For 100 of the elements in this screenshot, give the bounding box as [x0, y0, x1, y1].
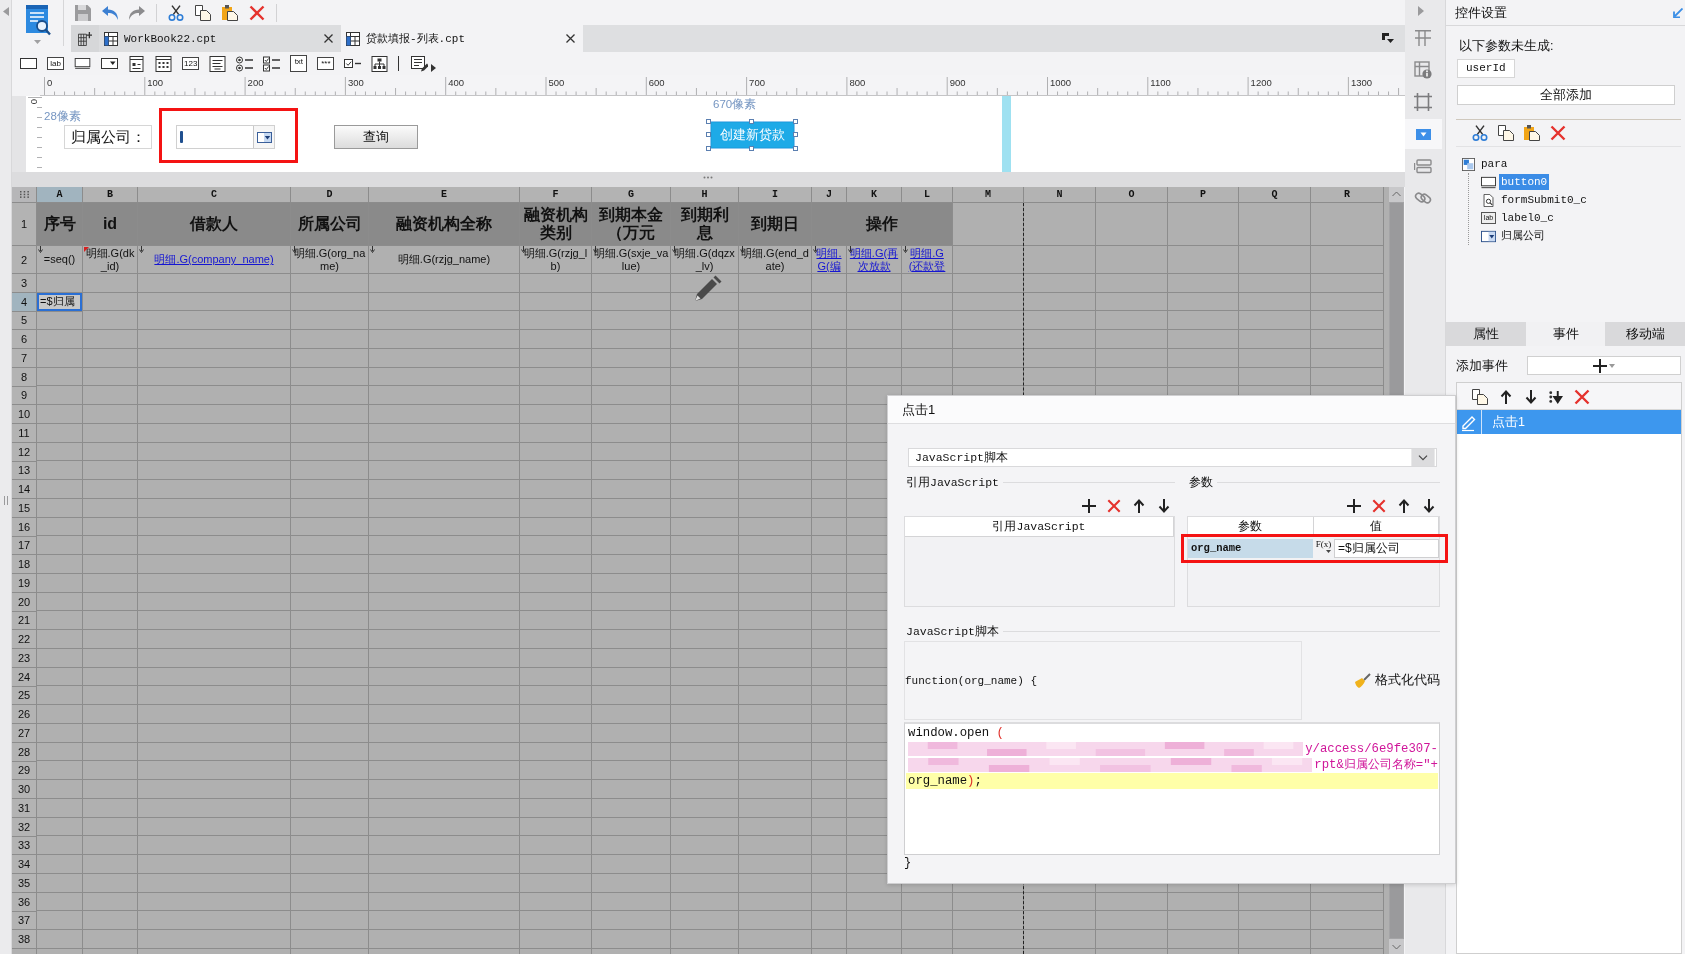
header-cell: 到期日 — [739, 203, 812, 246]
query-button[interactable]: 查询 — [334, 125, 418, 149]
column-header: 参数 — [1188, 517, 1314, 537]
label-widget-button[interactable]: lab — [47, 57, 64, 70]
button-widget-icon — [1481, 175, 1496, 189]
column-header[interactable]: A — [37, 187, 83, 203]
list-icon[interactable] — [1414, 157, 1432, 175]
file-widget-button[interactable]: txt — [290, 55, 308, 72]
resize-grip-icon[interactable] — [3, 496, 8, 505]
paste-icon[interactable] — [222, 4, 238, 21]
code-editor[interactable]: window.open ( y/access/6e9fe307- rpt&归属公司名称="+ org_name); — [904, 722, 1440, 855]
tree-item[interactable]: para — [1479, 156, 1510, 172]
resize-handle[interactable] — [793, 146, 798, 151]
close-icon[interactable] — [566, 34, 575, 43]
select-all-button[interactable] — [12, 187, 37, 203]
delete-icon[interactable] — [1574, 389, 1590, 405]
file-tab[interactable]: 贷款填报-列表.cpt — [341, 25, 583, 52]
panel-tab[interactable]: 移动端 — [1605, 322, 1685, 346]
link-icon[interactable] — [1414, 189, 1432, 207]
tree-item[interactable]: label0_c — [1499, 210, 1556, 226]
move-up-icon[interactable] — [1499, 390, 1513, 404]
delete-icon[interactable] — [1550, 125, 1566, 141]
table-info-icon[interactable] — [1414, 61, 1432, 79]
cut-icon[interactable] — [1472, 125, 1488, 141]
cut-icon[interactable] — [168, 4, 184, 21]
chevron-down-icon — [1410, 449, 1436, 466]
text-area-icon[interactable] — [209, 55, 227, 72]
copy-icon[interactable] — [195, 4, 211, 21]
ruler-label: 600 — [648, 76, 665, 88]
tree-item[interactable]: formSubmit0_c — [1499, 192, 1589, 208]
add-icon[interactable] — [1347, 499, 1361, 513]
report-grid-icon — [104, 31, 118, 46]
move-down-icon[interactable] — [1157, 499, 1171, 513]
crop-frame-icon[interactable] — [1414, 93, 1432, 111]
copy-icon[interactable] — [1472, 389, 1488, 405]
checkbox-group-icon[interactable] — [263, 55, 281, 72]
dropdown-field-icon[interactable] — [101, 58, 118, 69]
drag-grip-icon[interactable] — [702, 176, 713, 179]
dropdown-button[interactable] — [253, 126, 274, 148]
delete-icon[interactable] — [1372, 499, 1386, 513]
resize-handle[interactable] — [749, 119, 754, 124]
window-list-icon[interactable] — [1382, 33, 1394, 44]
copy-icon[interactable] — [1498, 125, 1514, 141]
paste-icon[interactable] — [1524, 125, 1540, 141]
ruler-label: 900 — [949, 76, 966, 88]
panel-tab[interactable]: 属性 — [1446, 322, 1526, 346]
code-line: window.open ( — [907, 725, 1005, 741]
password-widget-button[interactable]: *** — [317, 57, 335, 70]
move-down-icon[interactable] — [1524, 390, 1538, 404]
report-search-icon[interactable] — [24, 5, 51, 36]
add-all-button[interactable]: 全部添加 — [1457, 85, 1675, 105]
label-widget[interactable]: 归属公司： — [64, 125, 152, 149]
value-field[interactable]: =$归属公司 — [1334, 538, 1439, 558]
resize-handle[interactable] — [706, 119, 711, 124]
table-icon[interactable] — [1414, 29, 1432, 47]
header-cell: 到期利息 — [671, 203, 739, 246]
grid-plus-icon — [78, 31, 92, 46]
resize-handle[interactable] — [706, 146, 711, 151]
dropdown-field[interactable] — [176, 125, 275, 149]
tree-item[interactable]: 归属公司 — [1499, 228, 1547, 244]
height-hint: 28像素 — [44, 110, 81, 123]
resize-handle[interactable] — [749, 146, 754, 151]
move-up-icon[interactable] — [1397, 499, 1411, 513]
script-type-dropdown[interactable]: JavaScript脚本 — [908, 448, 1437, 467]
cell-text: 明细.G(dk_id) — [84, 247, 136, 272]
format-code-button[interactable]: 格式化代码 — [1355, 672, 1440, 689]
link-text: 明细.G(还款登 — [907, 247, 947, 272]
dropdown-widget-icon[interactable] — [1405, 119, 1442, 149]
list-edit-icon[interactable] — [411, 55, 429, 72]
new-sheet-button[interactable] — [71, 25, 99, 52]
delete-icon[interactable] — [1107, 499, 1121, 513]
section-label: 引用JavaScript — [905, 474, 999, 490]
calendar-icon[interactable] — [155, 55, 172, 72]
overflow-arrow-icon[interactable] — [431, 63, 437, 72]
diagonal-arrow-icon[interactable] — [1673, 7, 1683, 18]
button-widget-icon[interactable] — [74, 58, 91, 69]
cell-text: 明细.G(sxje_value) — [593, 247, 669, 272]
parameter-name[interactable]: org_name — [1188, 538, 1313, 558]
number-widget-button[interactable]: 123 — [182, 57, 200, 70]
resize-handle[interactable] — [706, 132, 711, 137]
resize-handle[interactable] — [793, 132, 798, 137]
radio-group-icon[interactable] — [236, 55, 254, 72]
move-down-icon[interactable] — [1422, 499, 1436, 513]
org-chart-icon[interactable] — [371, 55, 389, 72]
caret-icon — [1609, 363, 1615, 368]
dots-grip-icon — [19, 191, 29, 198]
text-field-icon[interactable] — [20, 58, 37, 69]
cell-text: 明细.G(dqzx_lv) — [673, 247, 736, 272]
close-icon[interactable] — [324, 34, 333, 43]
add-event-dropdown[interactable] — [1527, 356, 1681, 375]
add-icon[interactable] — [1082, 499, 1096, 513]
undo-icon[interactable] — [102, 4, 118, 21]
move-up-icon[interactable] — [1132, 499, 1146, 513]
header-cell: 操作 — [812, 203, 953, 246]
redo-icon[interactable] — [129, 4, 145, 21]
checkbox-icon[interactable] — [344, 58, 362, 69]
move-to-bottom-icon[interactable] — [1549, 390, 1563, 404]
window-icon[interactable] — [128, 55, 145, 72]
delete-icon[interactable] — [249, 4, 265, 21]
resize-handle[interactable] — [793, 119, 798, 124]
